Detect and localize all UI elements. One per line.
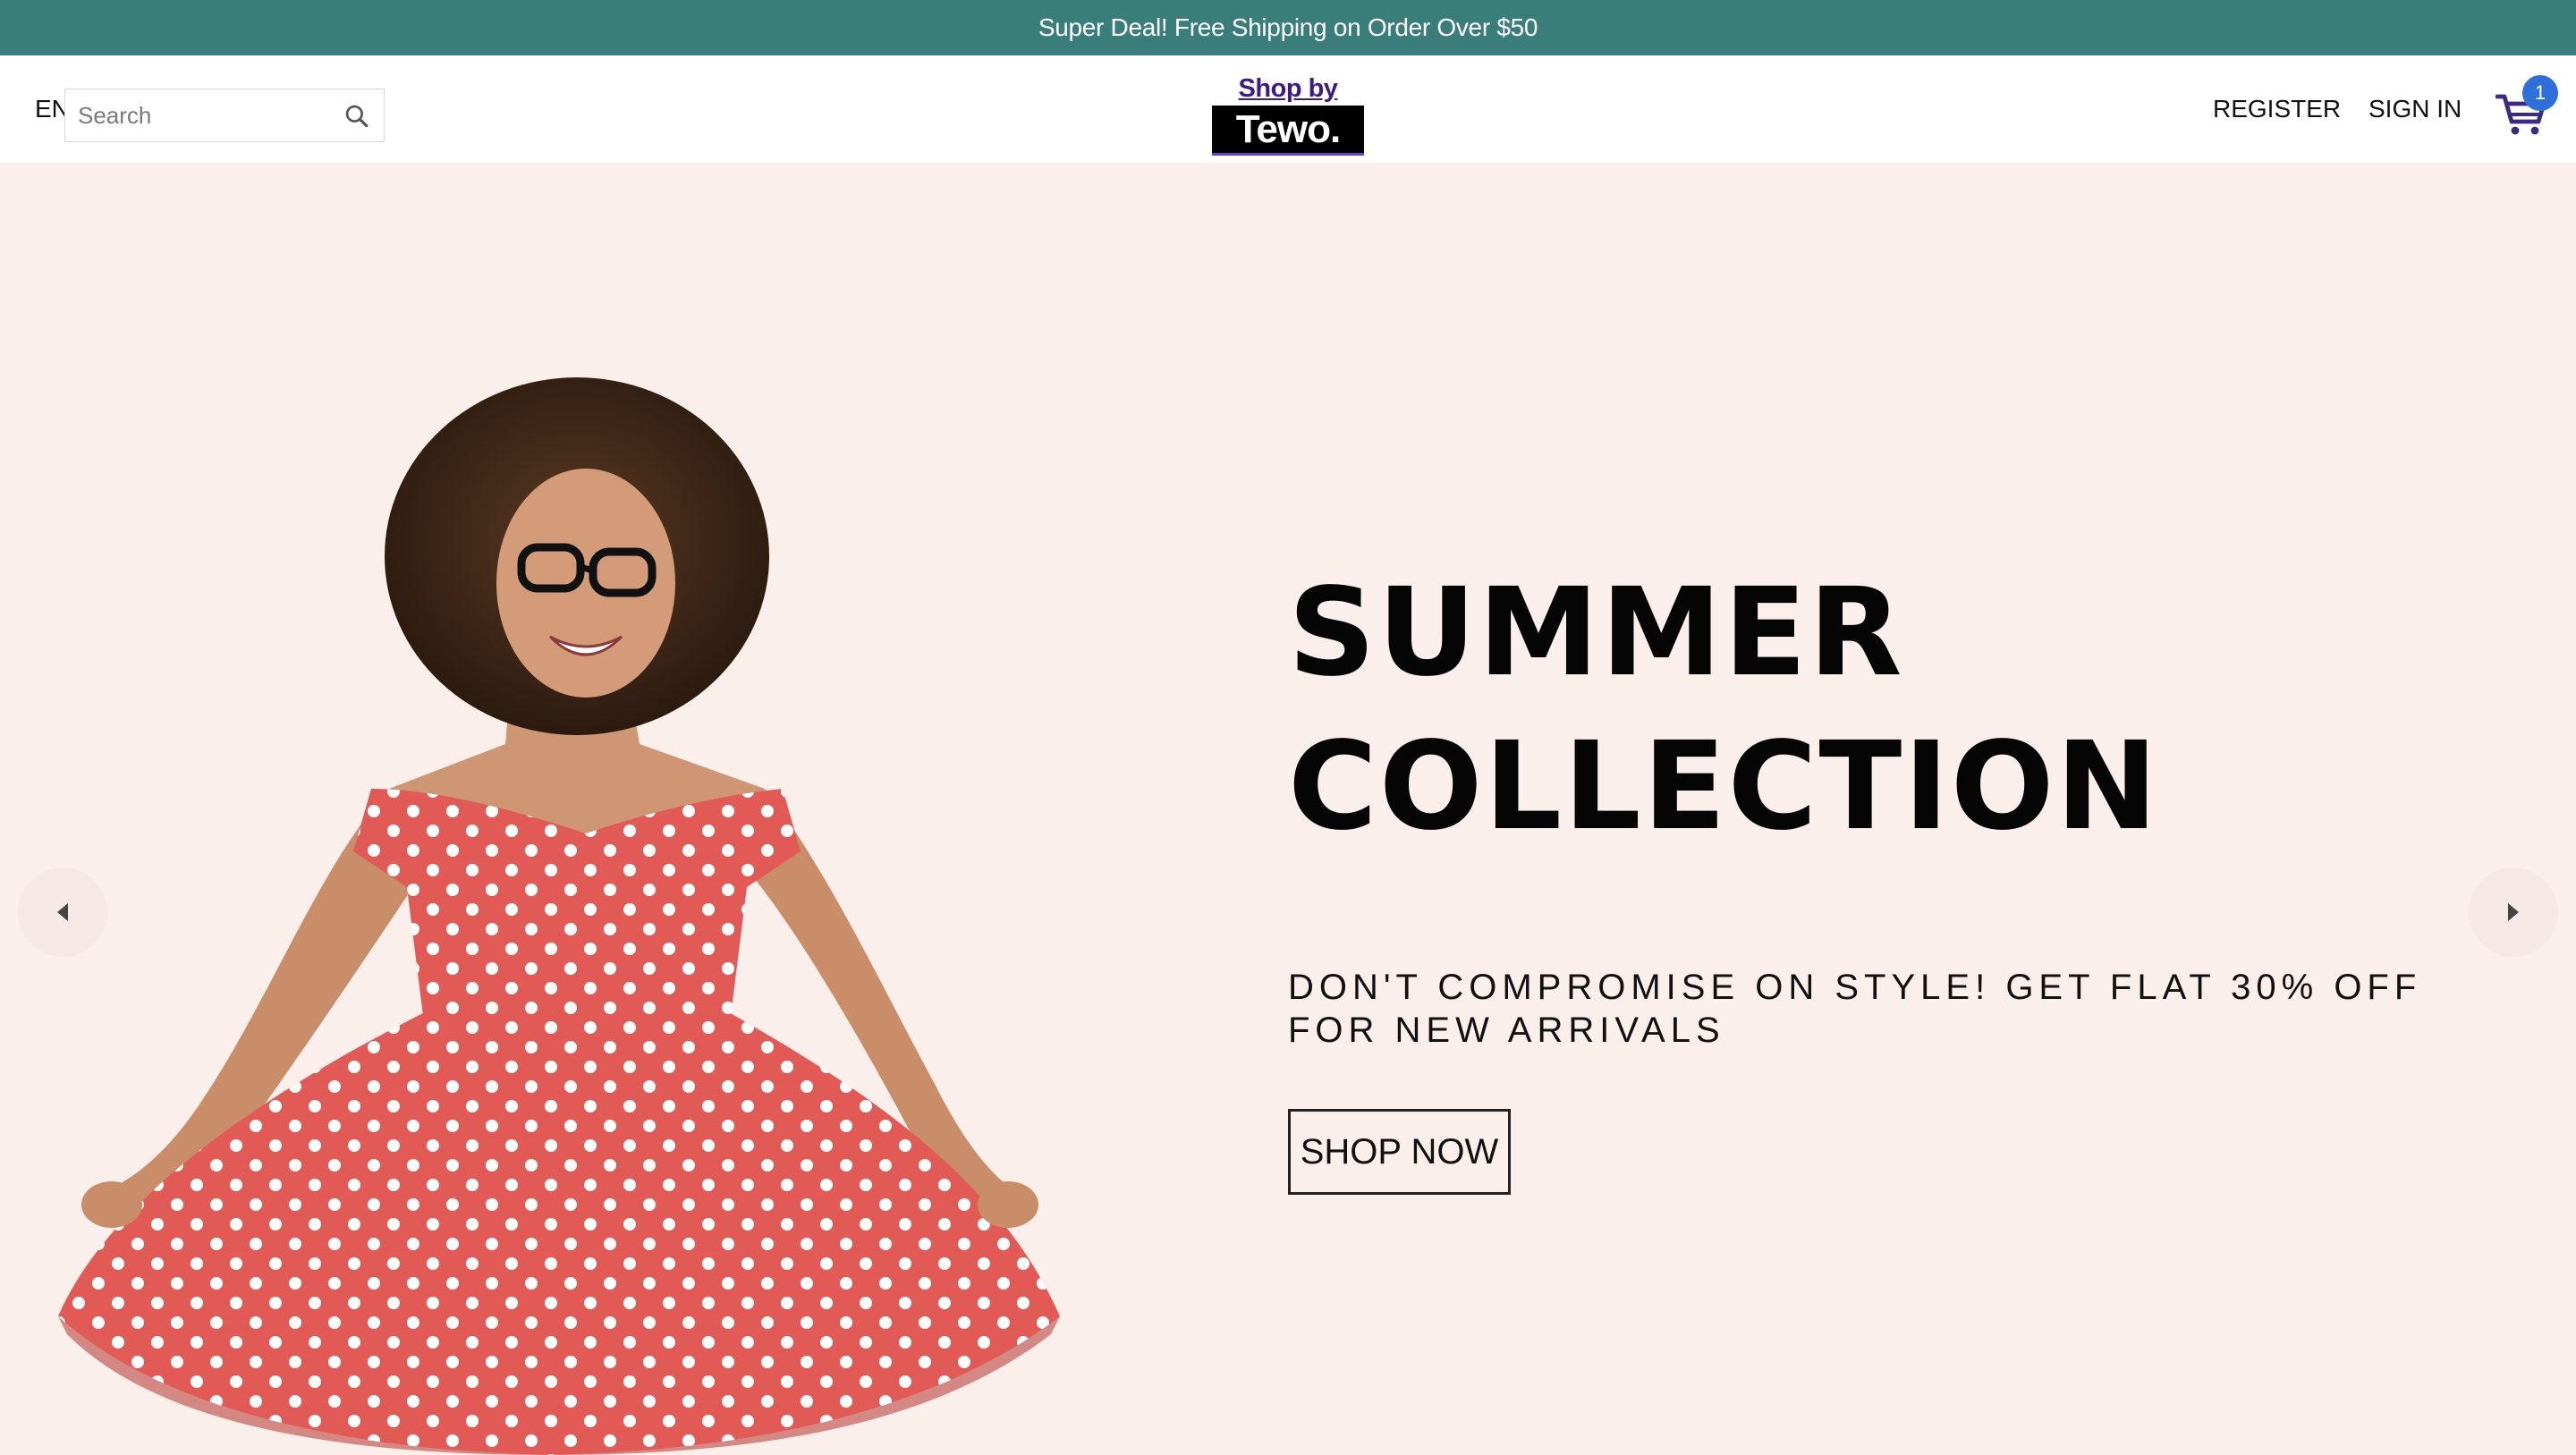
logo-brand: Tewo. [1212, 106, 1364, 156]
announcement-bar: Super Deal! Free Shipping on Order Over … [0, 0, 2576, 55]
announcement-text: Super Deal! Free Shipping on Order Over … [1038, 13, 1538, 41]
register-link[interactable]: REGISTER [2213, 55, 2341, 163]
search-input[interactable] [65, 89, 325, 141]
hero-title: SUMMER COLLECTION [1288, 556, 2469, 864]
hero-description: DON'T COMPROMISE ON STYLE! GET FLAT 30% … [1288, 968, 2422, 1050]
hero-title-line2: COLLECTION [1288, 716, 2160, 858]
logo-tagline-link[interactable]: Shop by [1239, 73, 1338, 104]
hero-model-image [58, 377, 1060, 1455]
cart-count-badge: 1 [2522, 75, 2558, 111]
hero-title-line1: SUMMER [1288, 563, 1904, 704]
shop-now-button[interactable]: SHOP NOW [1288, 1109, 1511, 1195]
hero-slider: SUMMER COLLECTION DON'T COMPROMISE ON ST… [0, 163, 2576, 1455]
site-logo[interactable]: Shop by Tewo. [1212, 73, 1364, 156]
search-icon[interactable] [343, 102, 371, 131]
slider-next-button[interactable] [2469, 867, 2558, 957]
signin-link[interactable]: SIGN IN [2368, 55, 2462, 163]
hero-text-block: SUMMER COLLECTION DON'T COMPROMISE ON ST… [1288, 556, 2469, 1052]
arrow-right-icon [2508, 903, 2519, 921]
search-box [64, 89, 385, 142]
site-header: EN Shop by Tewo. REGISTER SIGN IN 1 [0, 55, 2576, 163]
